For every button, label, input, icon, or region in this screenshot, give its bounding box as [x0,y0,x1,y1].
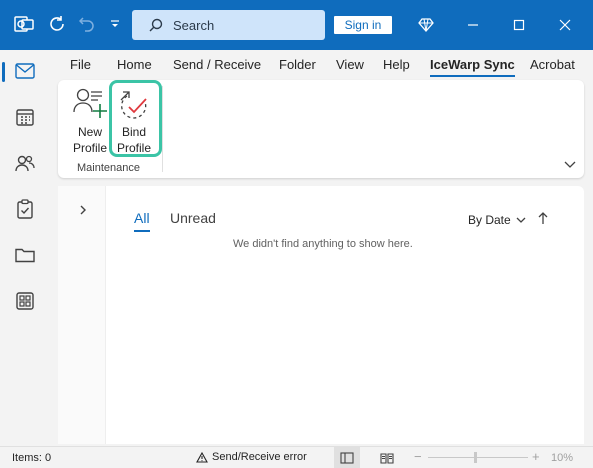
reading-view-button[interactable] [374,447,400,468]
new-profile-icon [68,86,112,120]
zoom-out-button[interactable]: − [414,449,422,464]
collapse-ribbon-icon[interactable] [564,158,576,172]
mail-icon[interactable] [0,56,50,86]
sort-label: By Date [468,213,511,227]
ribbon-tabs: File Home Send / Receive Folder View Hel… [58,52,593,78]
sort-direction-arrow-icon[interactable] [538,211,548,228]
send-receive-error-text: Send/Receive error [212,451,307,463]
expand-folder-pane-icon[interactable] [78,204,88,219]
sync-icon[interactable] [46,13,68,35]
search-box[interactable]: Search [132,10,325,40]
status-bar: Items: 0 Send/Receive error − + 10% [0,446,593,468]
tab-file[interactable]: File [70,57,91,72]
zoom-slider-thumb[interactable] [474,452,477,463]
calendar-icon[interactable] [0,102,50,132]
folders-icon[interactable] [0,240,50,270]
send-receive-error[interactable]: Send/Receive error [196,451,307,463]
reading-view-icon [380,452,394,464]
customize-qat-icon[interactable] [104,13,126,35]
diamond-icon[interactable] [415,14,437,36]
bind-profile-highlight [109,80,162,157]
close-icon[interactable] [554,14,576,36]
minimize-icon[interactable] [462,14,484,36]
message-list-pane: All Unread By Date We didn't find anythi… [58,186,584,444]
zoom-level: 10% [551,452,574,464]
group-separator [162,86,163,172]
empty-state-message: We didn't find anything to show here. [233,238,413,250]
chevron-down-icon [516,217,526,223]
tasks-icon[interactable] [0,194,50,224]
zoom-in-button[interactable]: + [532,449,540,464]
title-bar: Search Sign in [0,0,593,50]
folder-pane-collapsed [58,186,106,444]
new-profile-button[interactable]: New Profile [68,86,112,156]
tab-acrobat[interactable]: Acrobat [530,57,575,72]
normal-view-button[interactable] [334,447,360,468]
apps-icon[interactable] [0,286,50,316]
undo-icon[interactable] [76,13,98,35]
new-profile-label-line1: New [77,125,102,139]
new-profile-label-line2: Profile [72,141,107,155]
tab-folder[interactable]: Folder [279,57,316,72]
zoom-slider[interactable] [428,457,528,458]
filter-tab-all[interactable]: All [134,210,150,232]
people-icon[interactable] [0,148,50,178]
navigation-rail [0,50,50,444]
items-count: Items: 0 [12,452,52,464]
sign-in-button[interactable]: Sign in [334,16,392,34]
tab-send-receive[interactable]: Send / Receive [173,57,261,72]
normal-view-icon [340,451,354,464]
filter-tab-unread[interactable]: Unread [170,210,216,226]
maximize-icon[interactable] [508,14,530,36]
warning-icon [196,451,208,463]
maintenance-group-label: Maintenance [77,162,140,174]
tab-view[interactable]: View [336,57,364,72]
outlook-app-icon[interactable] [13,13,35,35]
tab-help[interactable]: Help [383,57,410,72]
tab-icewarp-sync[interactable]: IceWarp Sync [430,57,515,77]
tab-home[interactable]: Home [117,57,152,72]
search-placeholder: Search [173,17,215,33]
sort-by-date-dropdown[interactable]: By Date [468,213,526,227]
search-icon [149,18,163,32]
